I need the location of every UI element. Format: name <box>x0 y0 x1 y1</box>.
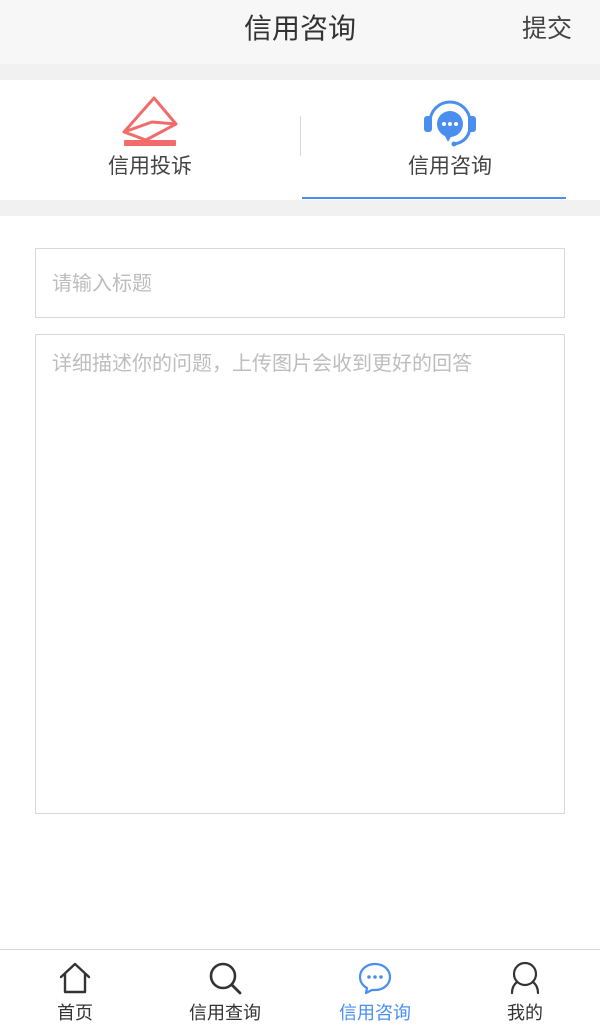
tab-credit-consult-label: 信用咨询 <box>408 154 492 178</box>
header-separator <box>0 64 600 80</box>
search-icon <box>207 960 243 996</box>
tab-credit-consult[interactable]: 信用咨询 <box>300 80 600 200</box>
user-icon <box>507 960 543 996</box>
title-input[interactable] <box>35 248 565 318</box>
envelope-icon <box>118 94 182 152</box>
active-tab-indicator <box>302 197 566 199</box>
nav-item-credit-consult[interactable]: 信用咨询 <box>300 950 450 1030</box>
tabs-separator <box>0 200 600 216</box>
nav-item-home[interactable]: 首页 <box>0 950 150 1030</box>
nav-label-home: 首页 <box>57 1003 93 1024</box>
bottom-nav: 首页 信用查询 信用咨询 我的 <box>0 949 600 1029</box>
nav-label-credit-consult: 信用咨询 <box>339 1003 411 1024</box>
chat-bubble-icon <box>357 960 393 996</box>
submit-button[interactable]: 提交 <box>522 0 572 58</box>
nav-item-credit-query[interactable]: 信用查询 <box>150 950 300 1030</box>
home-icon <box>57 960 93 996</box>
nav-label-credit-query: 信用查询 <box>189 1003 261 1024</box>
description-textarea[interactable] <box>35 334 565 814</box>
category-tabs: 信用投诉 信用咨询 <box>0 80 600 200</box>
app-header: 信用咨询 提交 <box>0 0 600 64</box>
customer-service-icon <box>418 94 482 152</box>
tab-credit-complaint[interactable]: 信用投诉 <box>0 80 300 200</box>
tab-credit-complaint-label: 信用投诉 <box>108 154 192 178</box>
nav-label-profile: 我的 <box>507 1003 543 1024</box>
nav-item-profile[interactable]: 我的 <box>450 950 600 1030</box>
page-title: 信用咨询 <box>243 12 356 45</box>
